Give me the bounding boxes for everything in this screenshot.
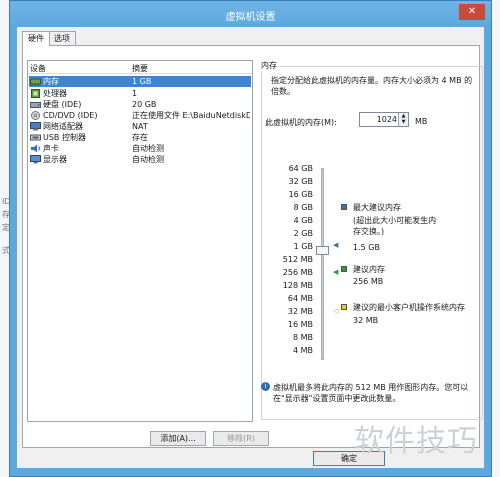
cd-dvd-icon: [30, 111, 41, 120]
memory-spinbox[interactable]: 1024 ▲ ▼: [359, 112, 409, 127]
memory-description: 指定分配给此虚拟机的内存量。内存大小必须为 4 MB 的倍数。: [271, 76, 473, 96]
column-header-summary[interactable]: 摘要: [132, 63, 148, 74]
display-icon: [30, 155, 41, 164]
scale-tick: 128 MB: [282, 281, 313, 290]
device-name: 内存: [43, 77, 59, 86]
tab-options[interactable]: 选项: [48, 31, 76, 45]
device-summary: 自动检测: [132, 155, 164, 164]
vm-settings-dialog: 虚拟机设置 ✕ 硬件 选项 设备 摘要 内存 1 GB 处理器 1 硬盘 (ID…: [9, 0, 492, 477]
network-adapter-icon: [30, 122, 41, 131]
sound-card-icon: [30, 144, 41, 153]
memory-slider-track[interactable]: [321, 168, 324, 360]
device-row-processor[interactable]: 处理器 1: [29, 88, 251, 99]
column-header-device[interactable]: 设备: [30, 63, 46, 74]
scale-tick: 2 GB: [293, 229, 313, 238]
info-text: 虚拟机最多将此内存的 512 MB 用作图形内存。您可以在"显示器"设置页面中更…: [273, 383, 469, 403]
scale-tick: 64 MB: [287, 294, 313, 303]
device-name: 声卡: [43, 144, 59, 153]
scale-tick: 16 MB: [287, 320, 313, 329]
memory-icon: [30, 77, 41, 86]
device-name: 硬盘 (IDE): [43, 100, 82, 109]
device-summary: NAT: [132, 122, 148, 131]
hard-disk-icon: [30, 100, 41, 109]
scale-tick: 4 MB: [292, 346, 313, 355]
legend-swatch: [341, 304, 347, 310]
device-row-hard-disk[interactable]: 硬盘 (IDE) 20 GB: [29, 99, 251, 110]
scale-tick: 256 MB: [282, 268, 313, 277]
scale-tick: 64 GB: [288, 164, 313, 173]
tab-hardware[interactable]: 硬件: [22, 31, 50, 46]
legend-max-title: 最大建议内存: [353, 203, 401, 212]
device-summary: 自动检测: [132, 144, 164, 153]
scale-tick: 8 GB: [293, 203, 313, 212]
max-recommended-marker: ◀: [333, 241, 339, 249]
add-hardware-button[interactable]: 添加(A)...: [150, 431, 206, 446]
device-summary: 20 GB: [132, 100, 157, 109]
remove-hardware-button[interactable]: 移除(R): [213, 431, 269, 446]
watermark: 软件技巧: [354, 424, 478, 459]
info-icon: i: [261, 382, 270, 391]
memory-group-title: 内存: [261, 60, 279, 71]
scale-tick: 16 GB: [288, 190, 313, 199]
device-summary: 存在: [132, 133, 148, 142]
legend-swatch: [341, 266, 347, 272]
device-list[interactable]: 设备 摘要 内存 1 GB 处理器 1 硬盘 (IDE) 20 GB CD/DV…: [27, 60, 253, 422]
close-icon: ✕: [467, 6, 477, 17]
scale-tick: 1 GB: [293, 242, 313, 251]
spin-down-icon[interactable]: ▼: [399, 119, 408, 125]
spin-arrows[interactable]: ▲ ▼: [398, 113, 408, 126]
device-row-sound-card[interactable]: 声卡 自动检测: [29, 143, 251, 154]
close-button[interactable]: ✕: [459, 4, 485, 20]
memory-settings-group: 内存 指定分配给此虚拟机的内存量。内存大小必须为 4 MB 的倍数。 此虚拟机的…: [261, 60, 485, 422]
window-title: 虚拟机设置: [225, 12, 276, 23]
scale-tick: 8 MB: [292, 333, 313, 342]
scale-tick: 4 GB: [293, 216, 313, 225]
recommended-marker: ◀: [333, 268, 339, 276]
device-name: 处理器: [43, 89, 67, 98]
scale-tick: 512 MB: [282, 255, 313, 264]
device-summary: 1: [132, 89, 138, 98]
device-row-memory[interactable]: 内存 1 GB: [29, 76, 251, 87]
device-name: 显示器: [43, 155, 67, 164]
device-list-header: 设备 摘要: [28, 61, 252, 74]
scale-tick: 32 MB: [287, 307, 313, 316]
device-summary: 1 GB: [132, 77, 152, 86]
scale-tick: 32 GB: [288, 177, 313, 186]
device-row-display[interactable]: 显示器 自动检测: [29, 154, 251, 165]
legend-swatch: [341, 204, 347, 210]
device-row-cd-dvd[interactable]: CD/DVD (IDE) 正在使用文件 E:\BaiduNetdiskD...: [29, 110, 251, 121]
hardware-tab-page: 设备 摘要 内存 1 GB 处理器 1 硬盘 (IDE) 20 GB CD/DV…: [22, 45, 483, 448]
memory-field-label: 此虚拟机的内存(M):: [265, 118, 337, 127]
processor-icon: [30, 89, 41, 98]
device-row-network-adapter[interactable]: 网络适配器 NAT: [29, 121, 251, 132]
memory-value[interactable]: 1024: [377, 115, 397, 124]
usb-icon: [30, 133, 41, 142]
device-name: CD/DVD (IDE): [43, 111, 98, 120]
title-bar[interactable]: 虚拟机设置 ✕: [10, 1, 491, 27]
legend-recommended-title: 建议内存: [353, 265, 385, 274]
device-row-usb-controller[interactable]: USB 控制器 存在: [29, 132, 251, 143]
device-name: USB 控制器: [43, 133, 86, 142]
memory-scale: 64 GB 32 GB 16 GB 8 GB 4 GB 2 GB 1 GB 51…: [269, 164, 313, 368]
memory-unit: MB: [415, 117, 428, 126]
min-recommended-marker: ◁: [333, 307, 339, 315]
device-summary: 正在使用文件 E:\BaiduNetdiskD...: [132, 111, 250, 120]
legend-min-title: 建议的最小客户机操作系统内存: [353, 303, 465, 312]
dialog-client-area: 硬件 选项 设备 摘要 内存 1 GB 处理器 1 硬盘 (IDE) 20 GB…: [17, 27, 484, 468]
device-name: 网络适配器: [43, 122, 83, 131]
memory-slider-thumb[interactable]: [316, 246, 329, 255]
